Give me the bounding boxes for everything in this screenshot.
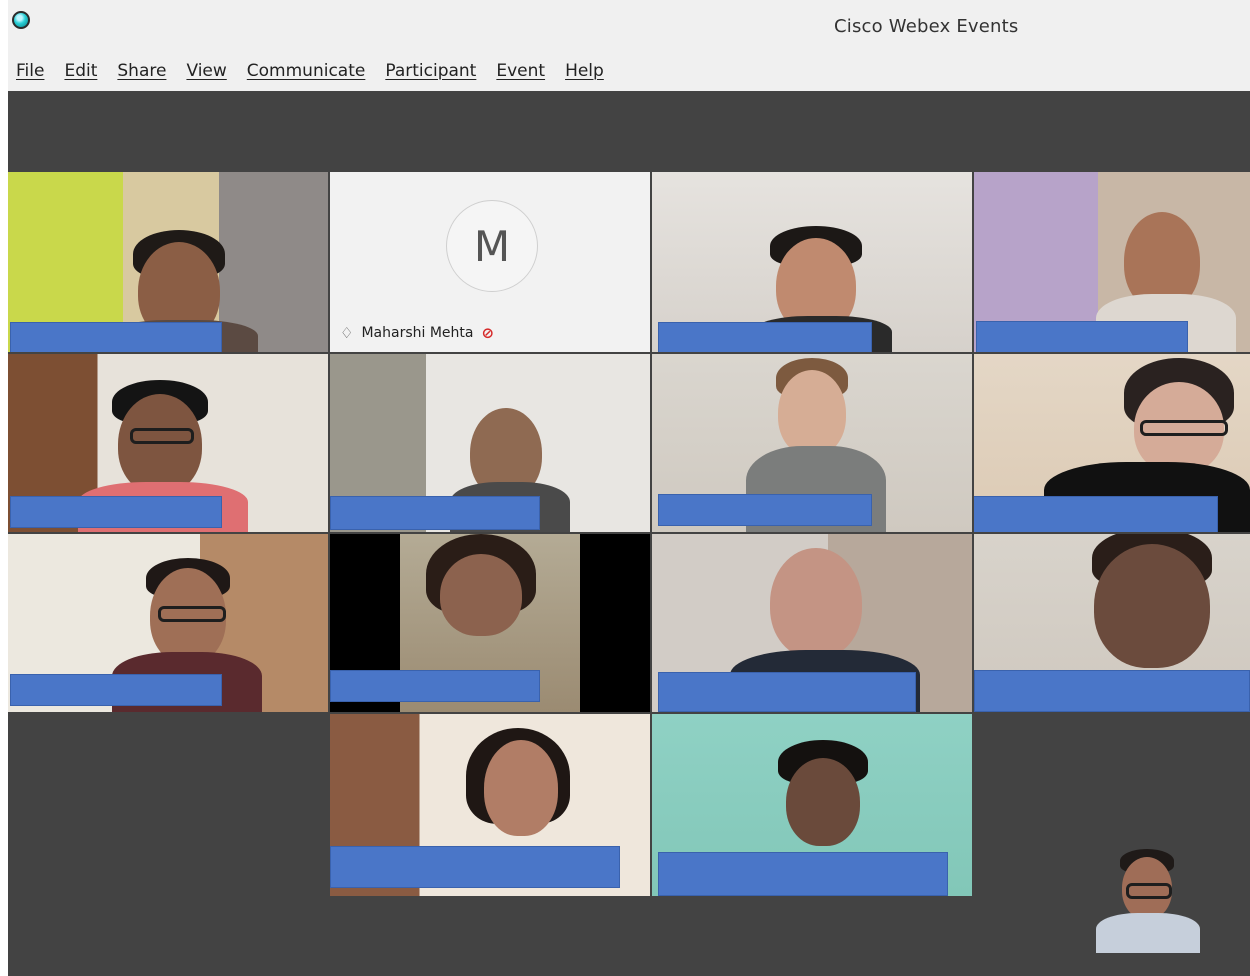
glasses-icon bbox=[130, 428, 194, 444]
participant-name: Maharshi Mehta bbox=[361, 325, 474, 341]
video-tile[interactable] bbox=[652, 354, 972, 532]
participant-name-redacted bbox=[10, 674, 222, 706]
avatar-initial: M bbox=[473, 221, 511, 271]
participant-name-redacted bbox=[10, 322, 222, 352]
glasses-icon bbox=[158, 606, 226, 622]
menu-participant[interactable]: Participant bbox=[385, 61, 476, 81]
title-bar: Cisco Webex Events bbox=[8, 0, 1250, 48]
participant-name-redacted bbox=[10, 496, 222, 528]
muted-mic-icon: ⊘ bbox=[481, 324, 495, 342]
menu-communicate[interactable]: Communicate bbox=[247, 61, 366, 81]
video-tile[interactable] bbox=[974, 172, 1250, 352]
menu-view[interactable]: View bbox=[186, 61, 226, 81]
participant-name-redacted bbox=[330, 670, 540, 702]
participant-name-redacted bbox=[976, 321, 1188, 352]
participant-name-redacted bbox=[974, 670, 1250, 712]
participant-name-redacted bbox=[658, 672, 916, 712]
participant-name-redacted bbox=[330, 496, 540, 530]
video-tile[interactable] bbox=[330, 714, 650, 896]
glasses-icon bbox=[1140, 420, 1228, 436]
video-tile[interactable] bbox=[974, 354, 1250, 532]
video-tile[interactable] bbox=[652, 714, 972, 896]
participant-name-label: ♢ Maharshi Mehta ⊘ bbox=[340, 324, 494, 342]
video-stage: M ♢ Maharshi Mehta ⊘ bbox=[8, 91, 1250, 976]
participant-name-redacted bbox=[330, 846, 620, 888]
menu-bar: File Edit Share View Communicate Partici… bbox=[8, 56, 1250, 86]
menu-file[interactable]: File bbox=[16, 61, 44, 81]
video-tile[interactable] bbox=[330, 354, 650, 532]
participant-name-redacted bbox=[658, 852, 948, 896]
webex-window: Cisco Webex Events File Edit Share View … bbox=[8, 0, 1250, 976]
participant-avatar: M bbox=[446, 200, 538, 292]
video-tile[interactable] bbox=[652, 172, 972, 352]
participant-name-redacted bbox=[658, 494, 872, 526]
participant-name-redacted bbox=[658, 322, 872, 352]
window-title: Cisco Webex Events bbox=[834, 16, 1019, 37]
menu-event[interactable]: Event bbox=[496, 61, 545, 81]
video-tile[interactable] bbox=[974, 534, 1250, 712]
glasses-icon bbox=[1126, 883, 1172, 899]
webex-app-icon[interactable] bbox=[12, 11, 30, 29]
video-tile[interactable] bbox=[8, 172, 328, 352]
video-tile[interactable] bbox=[8, 354, 328, 532]
self-view[interactable] bbox=[1044, 825, 1250, 953]
menu-share[interactable]: Share bbox=[117, 61, 166, 81]
participant-name-redacted bbox=[974, 496, 1218, 532]
video-tile[interactable] bbox=[652, 534, 972, 712]
audio-indicator-icon: ♢ bbox=[340, 324, 354, 342]
video-tile[interactable] bbox=[8, 534, 328, 712]
video-tile[interactable] bbox=[330, 534, 650, 712]
menu-help[interactable]: Help bbox=[565, 61, 604, 81]
video-tile[interactable]: M ♢ Maharshi Mehta ⊘ bbox=[330, 172, 650, 352]
menu-edit[interactable]: Edit bbox=[64, 61, 97, 81]
